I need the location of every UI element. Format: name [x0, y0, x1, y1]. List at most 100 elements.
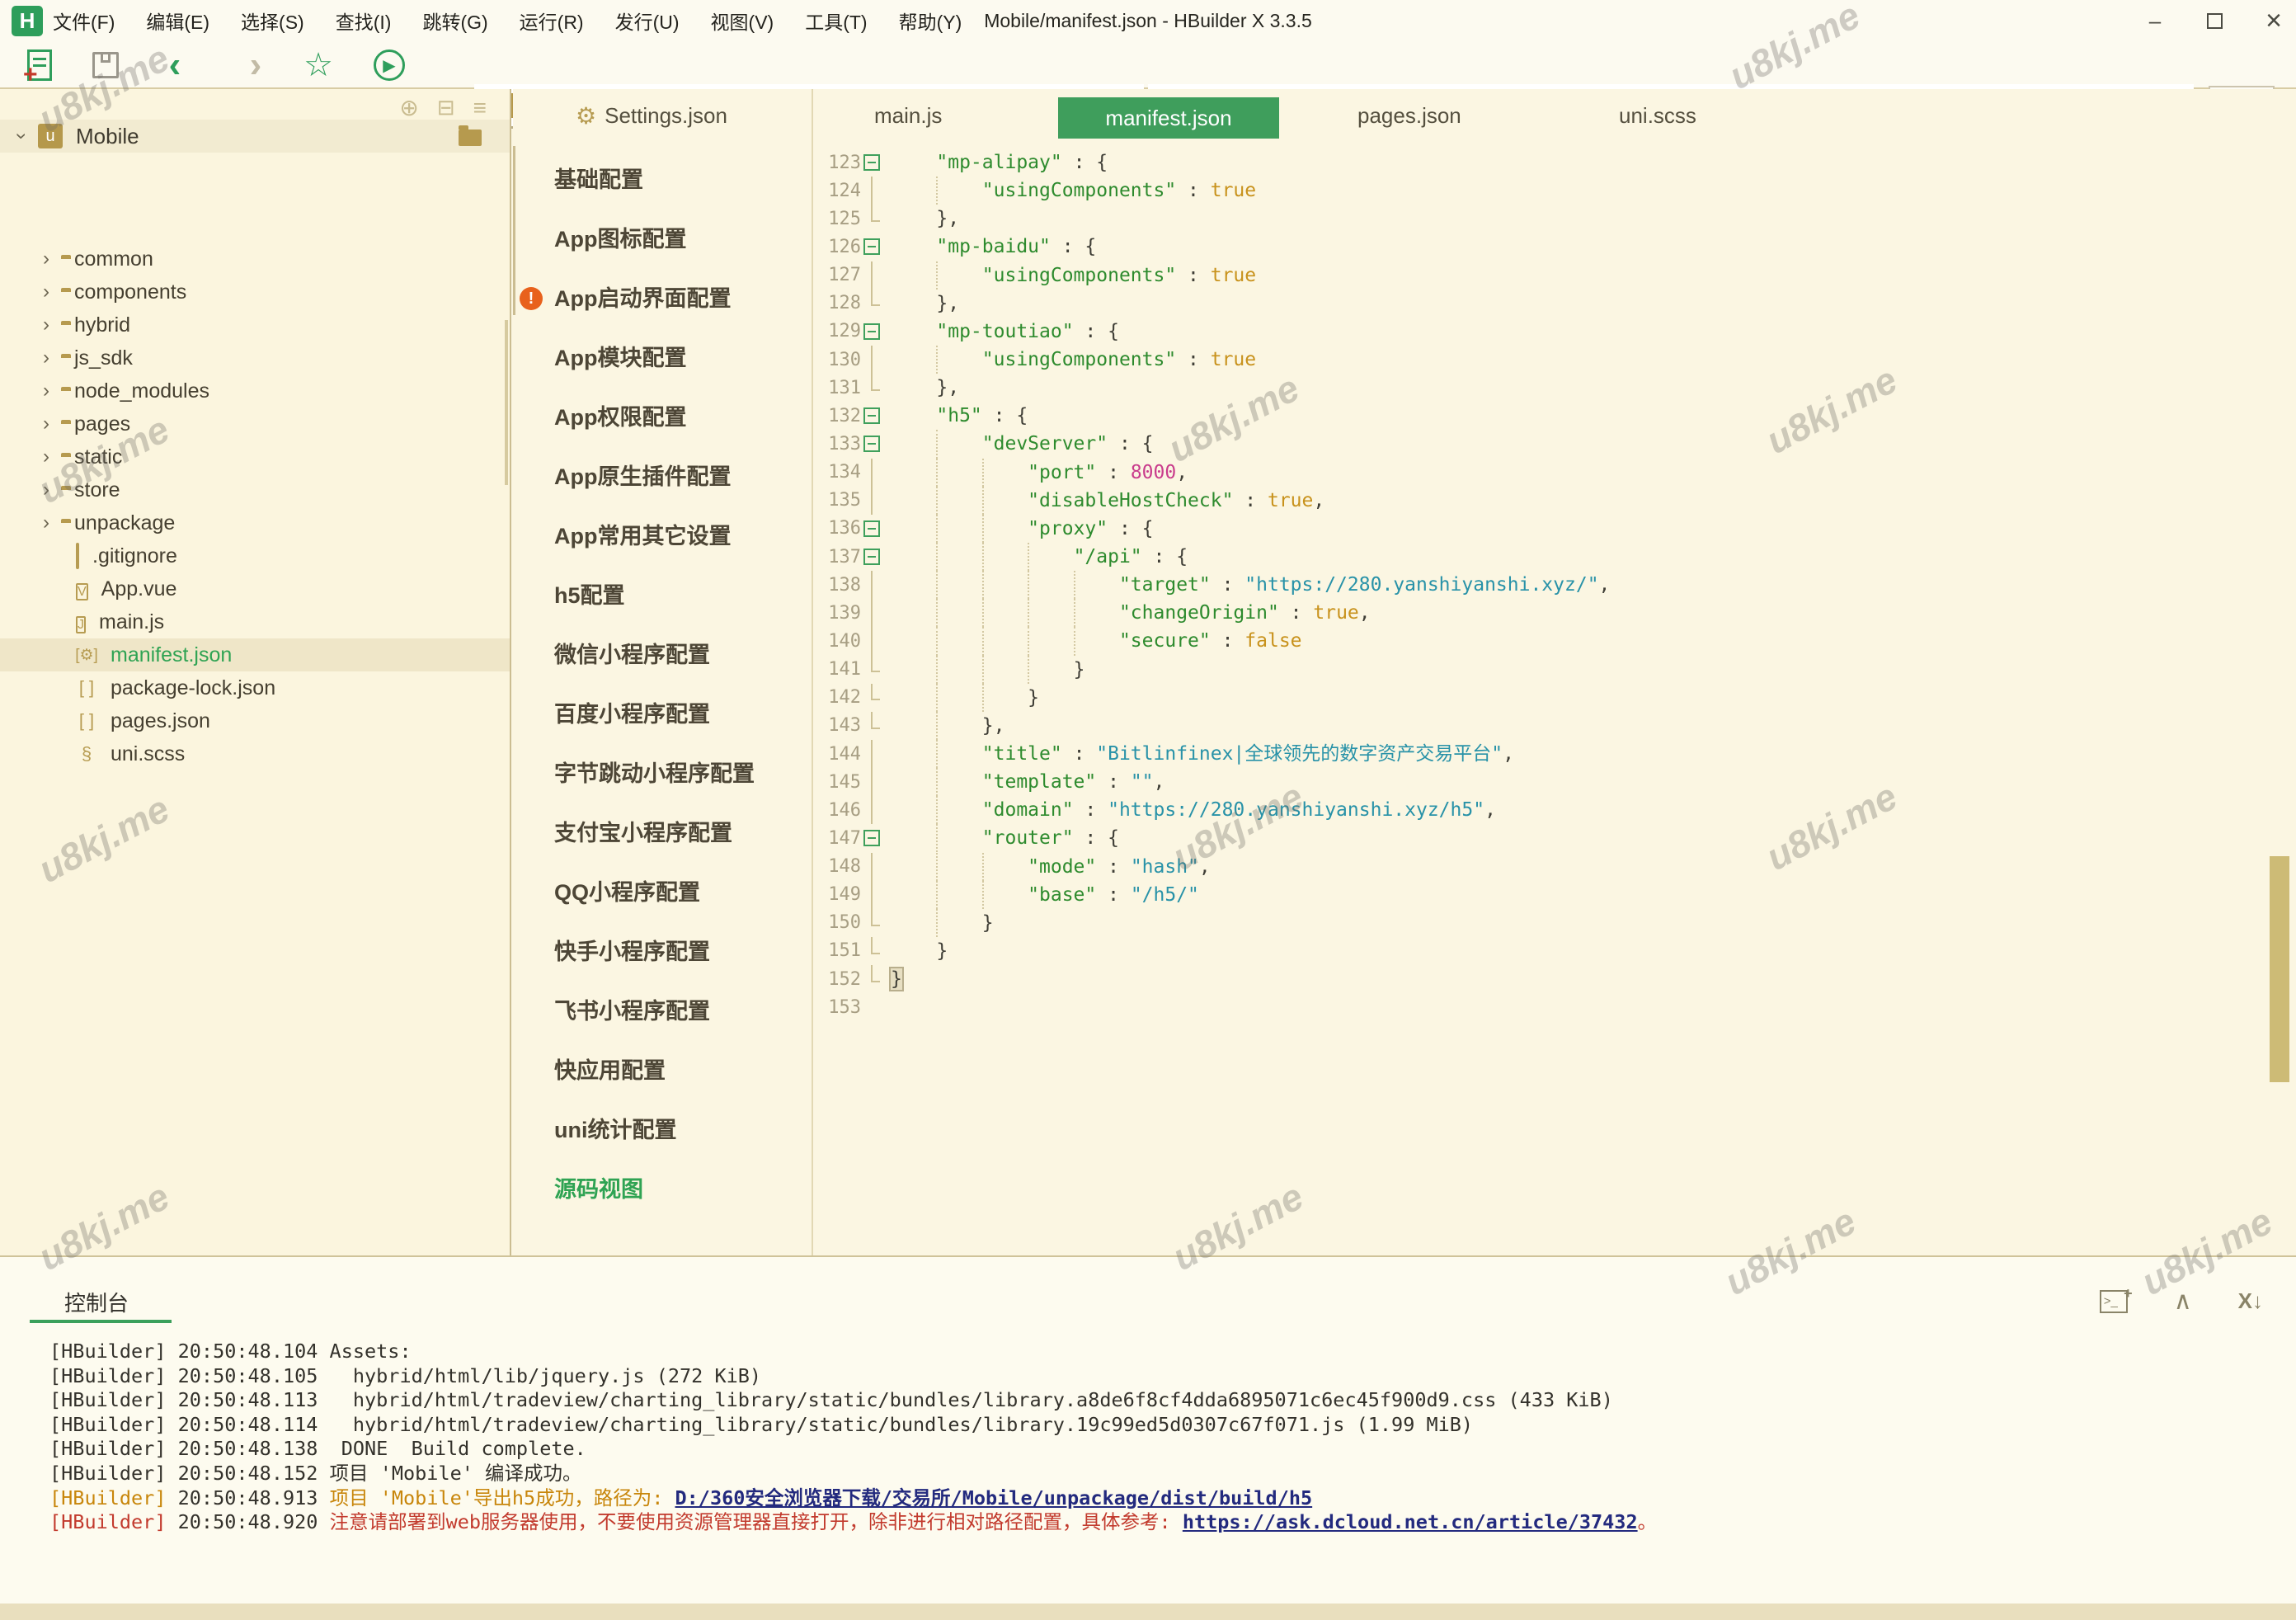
code-line-133[interactable]: 133"devServer" : {: [813, 430, 2289, 458]
tab-manifest.json[interactable]: manifest.json: [1058, 97, 1279, 139]
chevron-right-icon[interactable]: ›: [43, 379, 49, 403]
menu-选择[interactable]: 选择(S): [238, 5, 308, 36]
code-line-144[interactable]: 144"title" : "Bitlinfinex|全球领先的数字资产交易平台"…: [813, 740, 2289, 768]
code-line-136[interactable]: 136"proxy" : {: [813, 515, 2289, 543]
locate-file-icon[interactable]: ⊕: [399, 94, 418, 121]
code-line-124[interactable]: 124"usingComponents" : true: [813, 177, 2289, 205]
confnav-item-百度小程序配置[interactable]: 百度小程序配置: [554, 685, 802, 744]
confnav-item-App原生插件配置[interactable]: App原生插件配置: [554, 447, 802, 506]
chevron-right-icon[interactable]: ›: [43, 412, 49, 436]
chevron-right-icon[interactable]: ›: [43, 313, 49, 337]
code-line-148[interactable]: 148"mode" : "hash",: [813, 853, 2289, 881]
menu-运行[interactable]: 运行(R): [516, 5, 587, 36]
menu-跳转[interactable]: 跳转(G): [419, 5, 491, 36]
tree-file-.gitignore[interactable]: .gitignore: [0, 539, 510, 572]
tree-file-pages.json[interactable]: [ ]pages.json: [0, 704, 510, 737]
fold-toggle-icon[interactable]: [861, 318, 891, 346]
code-line-125[interactable]: 125},: [813, 205, 2289, 233]
editor-scrollbar[interactable]: [2270, 856, 2289, 1082]
tab-uni.scss[interactable]: uni.scss: [1604, 89, 1711, 142]
code-line-150[interactable]: 150}: [813, 909, 2289, 937]
console-tab[interactable]: 控制台: [64, 1287, 129, 1317]
tree-folder-unpackage[interactable]: ›unpackage: [0, 506, 510, 539]
code-line-131[interactable]: 131},: [813, 374, 2289, 402]
code-line-132[interactable]: 132"h5" : {: [813, 402, 2289, 430]
code-line-138[interactable]: 138"target" : "https://280.yanshiyanshi.…: [813, 571, 2289, 599]
fold-toggle-icon[interactable]: [861, 430, 891, 458]
forward-button[interactable]: ›: [238, 48, 274, 82]
confnav-item-App权限配置[interactable]: App权限配置: [554, 388, 802, 447]
code-line-126[interactable]: 126"mp-baidu" : {: [813, 233, 2289, 261]
new-file-button[interactable]: +: [21, 48, 58, 82]
code-line-147[interactable]: 147"router" : {: [813, 824, 2289, 852]
confnav-item-App模块配置[interactable]: App模块配置: [554, 328, 802, 388]
confnav-item-source-view[interactable]: 源码视图: [554, 1160, 802, 1219]
code-editor[interactable]: 123"mp-alipay" : {124"usingComponents" :…: [813, 142, 2296, 1255]
tree-folder-common[interactable]: ›common: [0, 243, 510, 275]
tree-folder-static[interactable]: ›static: [0, 440, 510, 473]
code-line-151[interactable]: 151}: [813, 937, 2289, 965]
code-line-149[interactable]: 149"base" : "/h5/": [813, 881, 2289, 909]
expand-console-icon[interactable]: ∧: [2174, 1287, 2192, 1316]
fold-toggle-icon[interactable]: [861, 148, 891, 177]
tree-folder-hybrid[interactable]: ›hybrid: [0, 308, 510, 341]
menu-工具[interactable]: 工具(T): [802, 5, 870, 36]
chevron-right-icon[interactable]: ›: [43, 511, 49, 535]
confnav-item-支付宝小程序配置[interactable]: 支付宝小程序配置: [554, 803, 802, 863]
tree-folder-js_sdk[interactable]: ›js_sdk: [0, 341, 510, 374]
fold-toggle-icon[interactable]: [861, 515, 891, 543]
code-line-128[interactable]: 128},: [813, 290, 2289, 318]
code-line-140[interactable]: 140"secure" : false: [813, 627, 2289, 655]
maximize-button[interactable]: [2202, 8, 2227, 33]
tree-folder-node_modules[interactable]: ›node_modules: [0, 374, 510, 407]
confnav-item-QQ小程序配置[interactable]: QQ小程序配置: [554, 863, 802, 922]
code-line-153[interactable]: 153: [813, 993, 2289, 1021]
tree-file-main.js[interactable]: Jmain.js: [0, 605, 510, 638]
menu-文件[interactable]: 文件(F): [49, 5, 118, 36]
panel-menu-icon[interactable]: ≡: [473, 95, 487, 121]
close-button[interactable]: ×: [2261, 8, 2286, 33]
new-terminal-icon[interactable]: >_+: [2100, 1290, 2128, 1313]
tree-file-package-lock.json[interactable]: [ ]package-lock.json: [0, 671, 510, 704]
console-link[interactable]: D:/360安全浏览器下载/交易所/Mobile/unpackage/dist/…: [675, 1486, 1313, 1509]
code-line-142[interactable]: 142}: [813, 684, 2289, 712]
menu-编辑[interactable]: 编辑(E): [143, 5, 213, 36]
run-button[interactable]: ▶: [371, 48, 407, 82]
confnav-item-uni统计配置[interactable]: uni统计配置: [554, 1100, 802, 1160]
menu-视图[interactable]: 视图(V): [708, 5, 778, 36]
code-line-152[interactable]: 152}: [813, 965, 2289, 993]
menu-查找[interactable]: 查找(I): [332, 5, 395, 36]
confnav-item-快手小程序配置[interactable]: 快手小程序配置: [554, 922, 802, 982]
fold-toggle-icon[interactable]: [861, 824, 891, 852]
confnav-item-App常用其它设置[interactable]: App常用其它设置: [554, 506, 802, 566]
confnav-item-字节跳动小程序配置[interactable]: 字节跳动小程序配置: [554, 744, 802, 803]
tab-pages.json[interactable]: pages.json: [1343, 89, 1476, 142]
tree-file-App.vue[interactable]: VApp.vue: [0, 572, 510, 605]
tree-folder-pages[interactable]: ›pages: [0, 407, 510, 440]
confnav-item-App启动界面配置[interactable]: App启动界面配置: [554, 269, 802, 328]
menu-发行[interactable]: 发行(U): [612, 5, 683, 36]
tree-file-manifest.json[interactable]: [⚙]manifest.json: [0, 638, 510, 671]
code-line-123[interactable]: 123"mp-alipay" : {: [813, 148, 2289, 177]
chevron-right-icon[interactable]: ›: [43, 247, 49, 271]
tree-folder-store[interactable]: ›store: [0, 473, 510, 506]
code-line-135[interactable]: 135"disableHostCheck" : true,: [813, 487, 2289, 515]
chevron-right-icon[interactable]: ›: [43, 346, 49, 370]
fold-toggle-icon[interactable]: [861, 543, 891, 571]
save-button[interactable]: [87, 48, 124, 82]
console-link[interactable]: https://ask.dcloud.net.cn/article/37432: [1183, 1510, 1638, 1533]
code-line-129[interactable]: 129"mp-toutiao" : {: [813, 318, 2289, 346]
confnav-item-快应用配置[interactable]: 快应用配置: [554, 1041, 802, 1100]
chevron-right-icon[interactable]: ›: [43, 478, 49, 502]
code-line-145[interactable]: 145"template" : "",: [813, 768, 2289, 796]
tab-main.js[interactable]: main.js: [859, 89, 957, 142]
code-line-143[interactable]: 143},: [813, 712, 2289, 740]
minimize-button[interactable]: –: [2143, 8, 2167, 33]
fold-toggle-icon[interactable]: [861, 402, 891, 430]
close-console-icon[interactable]: X↓: [2238, 1288, 2263, 1314]
chevron-right-icon[interactable]: ›: [43, 445, 49, 469]
chevron-right-icon[interactable]: ›: [43, 280, 49, 304]
code-line-146[interactable]: 146"domain" : "https://280.yanshiyanshi.…: [813, 796, 2289, 824]
back-button[interactable]: ‹: [157, 48, 193, 82]
project-root-row[interactable]: › u Mobile: [0, 120, 510, 153]
